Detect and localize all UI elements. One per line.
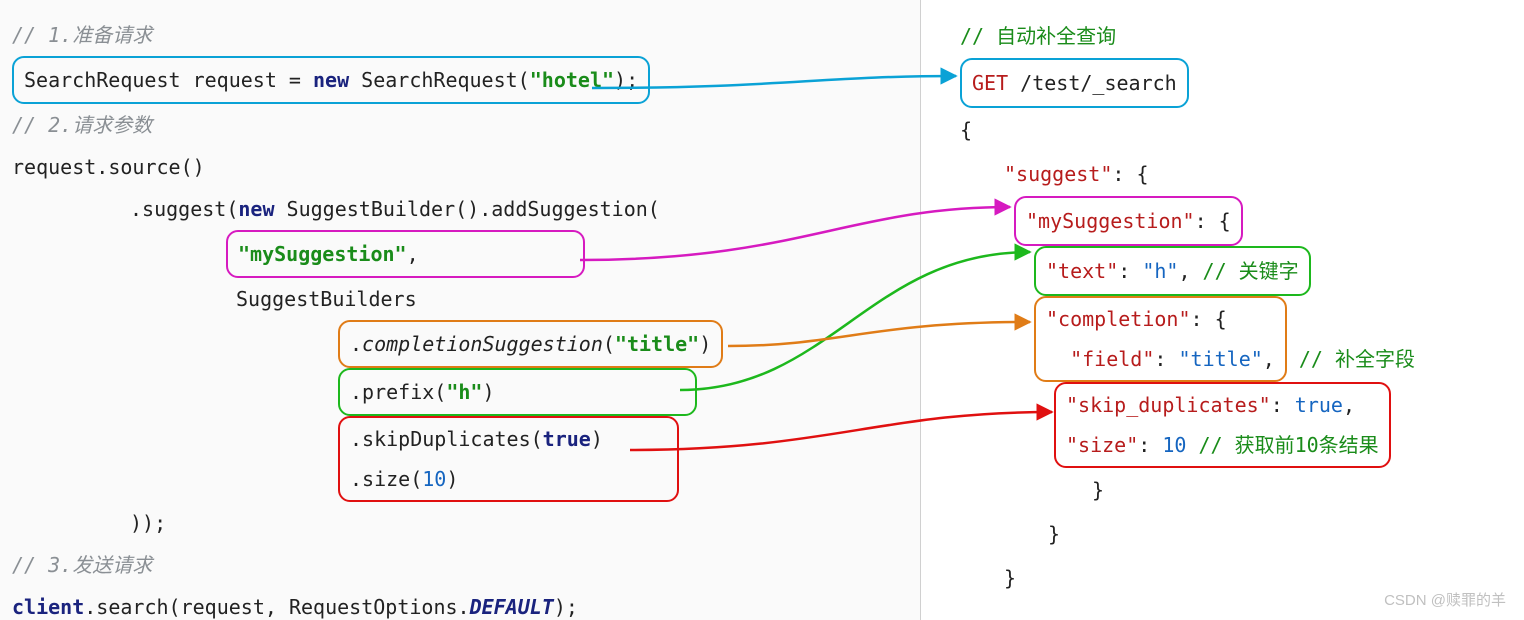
brace-open: { <box>960 108 1514 152</box>
box-search-request: SearchRequest request = new SearchReques… <box>12 56 650 104</box>
watermark: CSDN @赎罪的羊 <box>1384 589 1506 610</box>
right-pane: // 自动补全查询 GET /test/_search { "suggest":… <box>920 0 1524 620</box>
line-completion-key: "completion": { "field": "title", // 补全字… <box>960 296 1514 382</box>
line-get: GET /test/_search <box>960 58 1514 108</box>
right-comment: // 自动补全查询 <box>960 14 1514 58</box>
box-completion-key: "completion": { "field": "title", <box>1034 296 1287 382</box>
brace-close-3: } <box>960 512 1514 556</box>
brace-close-4: } <box>960 468 1514 512</box>
line-completion: .completionSuggestion("title") <box>12 320 910 368</box>
line-skip-size-r: "skip_duplicates": true, "size": 10 // 获… <box>960 382 1514 468</box>
comment-prepare: // 1.准备请求 <box>12 14 910 56</box>
box-skip-size: .skipDuplicates(true) .size(10) <box>338 416 679 502</box>
line-suggest-key: "suggest": { <box>960 152 1514 196</box>
comment-params: // 2.请求参数 <box>12 104 910 146</box>
line-text: "text": "h", // 关键字 <box>960 246 1514 296</box>
box-completion: .completionSuggestion("title") <box>338 320 723 368</box>
line-client: client.search(request, RequestOptions.DE… <box>12 586 910 620</box>
box-skip-size-r: "skip_duplicates": true, "size": 10 // 获… <box>1054 382 1391 468</box>
line-suggest: .suggest(new SuggestBuilder().addSuggest… <box>12 188 910 230</box>
line-close: )); <box>12 502 910 544</box>
box-mysuggestion-key: "mySuggestion": { <box>1014 196 1243 246</box>
line-mysuggestion: "mySuggestion", <box>12 230 910 278</box>
left-pane: // 1.准备请求 SearchRequest request = new Se… <box>0 0 920 620</box>
line-search-request: SearchRequest request = new SearchReques… <box>12 56 910 104</box>
line-mysuggestion-key: "mySuggestion": { <box>960 196 1514 246</box>
line-source: request.source() <box>12 146 910 188</box>
box-get: GET /test/_search <box>960 58 1189 108</box>
box-prefix: .prefix("h") <box>338 368 697 416</box>
line-skip-size: .skipDuplicates(true) .size(10) <box>12 416 910 502</box>
box-text: "text": "h", // 关键字 <box>1034 246 1311 296</box>
line-builders: SuggestBuilders <box>12 278 910 320</box>
comment-send: // 3.发送请求 <box>12 544 910 586</box>
line-prefix: .prefix("h") <box>12 368 910 416</box>
box-mysuggestion: "mySuggestion", <box>226 230 585 278</box>
